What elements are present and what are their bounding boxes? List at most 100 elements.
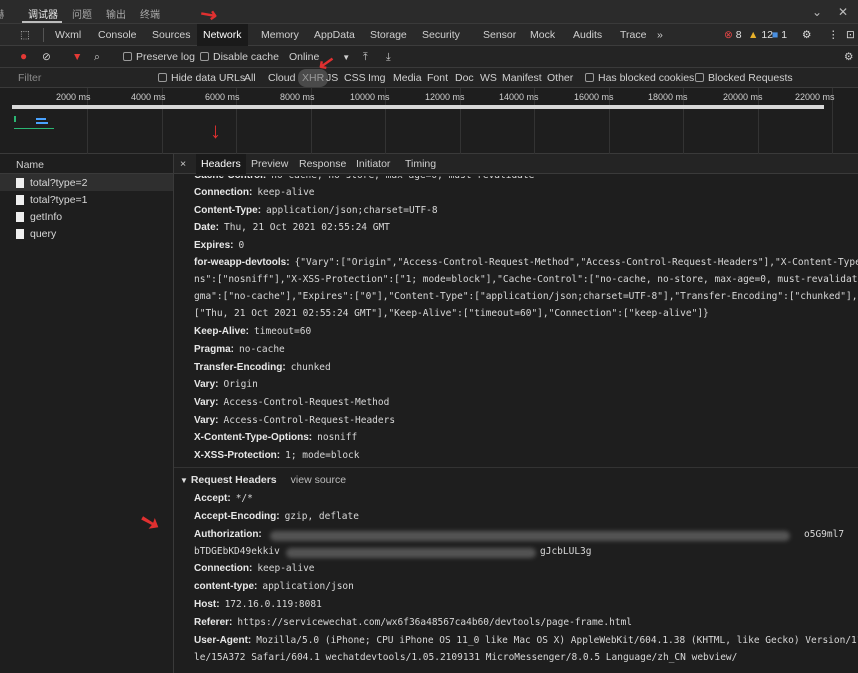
header-line-fragment: gJcbLUL3g — [540, 546, 592, 557]
timeline-tick: 4000 ms — [131, 92, 166, 102]
view-source-link[interactable]: view source — [291, 474, 346, 486]
hide-data-urls-checkbox[interactable]: Hide data URLs — [158, 72, 245, 84]
header-line: Host: 172.16.0.119:8081 — [194, 599, 322, 610]
timeline-request-mark — [14, 128, 54, 129]
request-row[interactable]: total?type=1 — [0, 191, 173, 208]
timeline-request-mark — [36, 118, 46, 120]
tab-appdata[interactable]: AppData — [314, 29, 355, 41]
timeline-bar — [12, 105, 824, 109]
header-line-continued: le/15A372 Safari/604.1 wechatdevtools/1.… — [194, 652, 738, 663]
timeline-overview[interactable]: 2000 ms 4000 ms 6000 ms 8000 ms 10000 ms… — [0, 88, 858, 154]
divider — [43, 28, 44, 42]
request-headers-section[interactable]: ▼ Request Headers view source — [180, 474, 346, 486]
timeline-request-mark — [14, 116, 16, 122]
dropdown-arrow-icon: ▼ — [342, 53, 351, 62]
timeline-tick: 12000 ms — [425, 92, 465, 102]
export-har-icon[interactable]: ⤓ — [386, 51, 391, 64]
tab-storage[interactable]: Storage — [370, 29, 407, 41]
filter-type-media[interactable]: Media — [393, 72, 422, 84]
filter-type-other[interactable]: Other — [547, 72, 573, 84]
header-line: Authorization: — [194, 529, 262, 540]
header-line: Vary: Access-Control-Request-Headers — [194, 415, 396, 426]
tab-network[interactable]: Network — [197, 24, 248, 46]
disable-cache-checkbox[interactable]: Disable cache — [200, 51, 279, 63]
top-tab-issues[interactable]: 问题 — [72, 6, 92, 21]
timeline-tick: 18000 ms — [648, 92, 688, 102]
details-tab-bar: × Headers Preview Response Initiator Tim… — [174, 154, 858, 174]
header-line: Date: Thu, 21 Oct 2021 02:55:24 GMT — [194, 222, 390, 233]
tab-headers[interactable]: Headers — [196, 154, 246, 174]
tab-mock[interactable]: Mock — [530, 29, 555, 41]
clear-icon[interactable]: ⊘ — [42, 51, 51, 63]
tab-console[interactable]: Console — [98, 29, 137, 41]
tab-sensor[interactable]: Sensor — [483, 29, 516, 41]
inspect-icon[interactable]: ⬚ — [20, 29, 30, 41]
filter-type-all[interactable]: All — [244, 72, 256, 84]
devtools-top-bar: 嚇 调试器 问题 输出 终端 ⌄ ✕ — [0, 0, 858, 24]
tab-preview[interactable]: Preview — [251, 158, 288, 170]
tab-audits[interactable]: Audits — [573, 29, 602, 41]
tab-trace[interactable]: Trace — [620, 29, 646, 41]
filter-type-ws[interactable]: WS — [480, 72, 497, 84]
filter-type-manifest[interactable]: Manifest — [502, 72, 542, 84]
tab-initiator[interactable]: Initiator — [356, 158, 390, 170]
header-line: Transfer-Encoding: chunked — [194, 362, 331, 373]
header-line: Accept-Encoding: gzip, deflate — [194, 511, 359, 522]
header-line: Vary: Access-Control-Request-Method — [194, 397, 390, 408]
name-column-header[interactable]: Name — [0, 154, 173, 174]
request-row[interactable]: total?type=2 — [0, 174, 173, 191]
filter-input[interactable]: Filter — [18, 72, 41, 84]
header-line: Expires: 0 — [194, 240, 245, 251]
filter-type-doc[interactable]: Doc — [455, 72, 474, 84]
top-tab-partial: 嚇 — [0, 6, 4, 21]
panel-tab-bar: ⬚ Wxml Console Sources Network Memory Ap… — [0, 24, 858, 46]
timeline-tick: 20000 ms — [723, 92, 763, 102]
error-icon: ⊗ — [724, 29, 733, 41]
filter-type-img[interactable]: Img — [368, 72, 386, 84]
filter-type-cloud[interactable]: Cloud — [268, 72, 295, 84]
request-row[interactable]: query — [0, 225, 173, 242]
blocked-requests-checkbox[interactable]: Blocked Requests — [695, 72, 793, 84]
tab-timing[interactable]: Timing — [405, 158, 436, 170]
filter-icon[interactable]: ▼ — [72, 51, 82, 63]
header-line-fragment: o5G9ml7 — [804, 529, 845, 540]
collapse-icon[interactable]: ⌄ — [812, 5, 822, 19]
has-blocked-cookies-checkbox[interactable]: Has blocked cookies — [585, 72, 694, 84]
settings-gear-icon[interactable]: ⚙ — [802, 29, 811, 41]
timeline-tick: 8000 ms — [280, 92, 315, 102]
header-line: for-weapp-devtools: {"Vary":["Origin","Ac… — [194, 257, 858, 268]
tab-memory[interactable]: Memory — [261, 29, 299, 41]
request-row[interactable]: getInfo — [0, 208, 173, 225]
filter-bar: Filter Hide data URLs All Cloud XHR JS C… — [0, 68, 858, 88]
preserve-log-checkbox[interactable]: Preserve log — [123, 51, 195, 63]
close-details-icon[interactable]: × — [180, 158, 186, 170]
import-har-icon[interactable]: ⤒ — [363, 51, 368, 64]
tab-wxml[interactable]: Wxml — [55, 29, 81, 41]
filter-type-font[interactable]: Font — [427, 72, 448, 84]
network-settings-icon[interactable]: ⚙ — [844, 51, 853, 63]
info-count[interactable]: ■ 1 — [772, 29, 787, 41]
top-tab-output[interactable]: 输出 — [106, 6, 126, 21]
warning-count[interactable]: ▲ 12 — [748, 29, 773, 41]
warning-icon: ▲ — [748, 29, 759, 41]
request-list: Name total?type=2 total?type=1 getInfo q… — [0, 154, 174, 673]
top-tab-debugger[interactable]: 调试器 — [28, 6, 58, 21]
tab-sources[interactable]: Sources — [152, 29, 191, 41]
more-tabs-button[interactable]: » — [657, 29, 663, 41]
header-line: Referer: https://servicewechat.com/wx6f36… — [194, 617, 633, 628]
top-tab-terminal[interactable]: 终端 — [140, 6, 160, 21]
error-count[interactable]: ⊗ 8 — [724, 29, 742, 41]
network-toolbar: ● ⊘ ▼ ⌕ Preserve log Disable cache Onlin… — [0, 46, 858, 68]
record-icon[interactable]: ● — [20, 49, 27, 63]
more-options-icon[interactable]: ⋮ — [828, 29, 839, 41]
close-icon[interactable]: ✕ — [838, 5, 848, 19]
search-icon[interactable]: ⌕ — [94, 51, 100, 64]
header-line: X-Content-Type-Options: nosniff — [194, 432, 358, 443]
filter-type-css[interactable]: CSS — [344, 72, 366, 84]
expand-icon[interactable]: ⊡ — [846, 29, 855, 41]
tab-security[interactable]: Security — [422, 29, 460, 41]
file-icon — [16, 177, 24, 188]
timeline-tick: 16000 ms — [574, 92, 614, 102]
header-line-continued: ["Thu, 21 Oct 2021 02:55:24 GMT"],"Keep-… — [194, 308, 709, 319]
tab-response[interactable]: Response — [299, 158, 346, 170]
